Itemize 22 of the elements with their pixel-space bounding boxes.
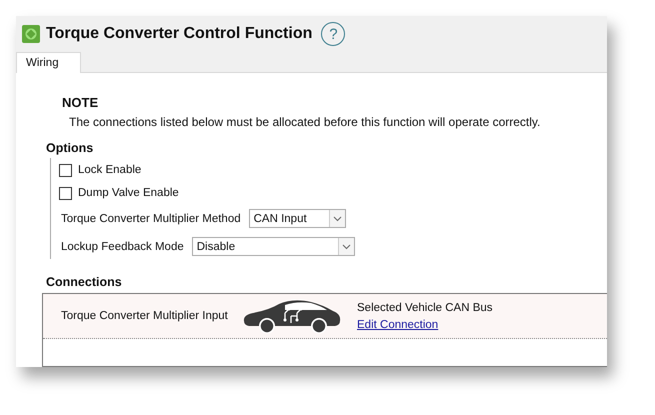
section-heading: Options — [46, 141, 94, 155]
app-icon — [22, 25, 40, 43]
note-heading: NOTE — [62, 95, 100, 110]
checkbox[interactable] — [59, 186, 72, 200]
edit-connection-link[interactable]: Edit Connection — [357, 318, 493, 330]
note-text: The connections listed below must be allocated before this function will operate correctly. — [69, 115, 542, 129]
caret-icon — [328, 210, 345, 227]
dropdown[interactable]: Disable — [192, 237, 355, 256]
connection-source: Selected Vehicle CAN Bus — [357, 302, 493, 314]
tab[interactable]: Wiring — [16, 52, 81, 73]
checkbox[interactable] — [59, 164, 72, 176]
checkbox-label: Lock Enable — [78, 164, 142, 176]
checkbox-label: Dump Valve Enable — [78, 187, 179, 199]
dropdown[interactable]: CAN Input — [248, 209, 346, 228]
field-label: Lockup Feedback Mode — [61, 240, 184, 252]
field-label: Torque Converter Multiplier Method — [61, 212, 241, 224]
caret-icon — [338, 238, 354, 255]
connection-name: Torque Converter Multiplier Input — [61, 310, 229, 322]
window-title: Torque Converter Control Function — [46, 25, 312, 43]
car-icon — [241, 299, 343, 333]
section-heading: Connections — [46, 275, 123, 289]
help-button[interactable]: ? — [321, 22, 346, 46]
